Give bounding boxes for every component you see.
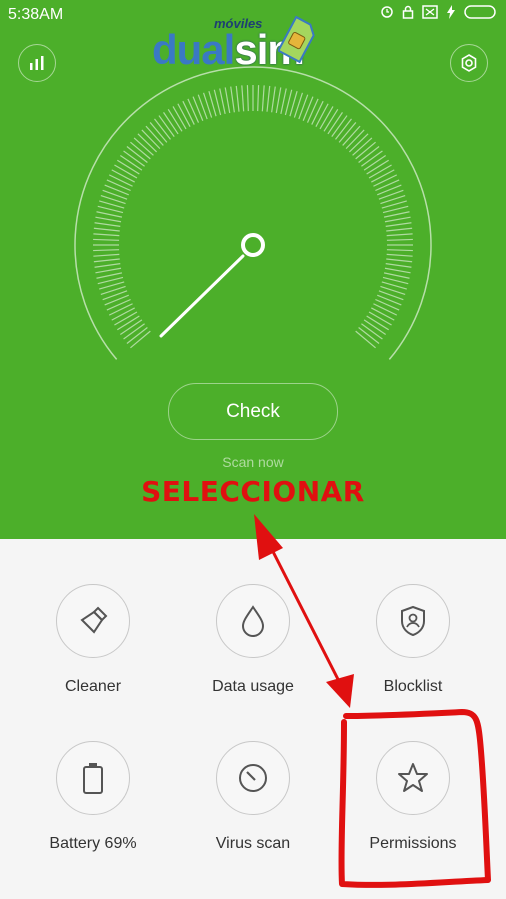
security-gauge: [74, 66, 432, 360]
tile-label: Virus scan: [215, 835, 291, 852]
scan-now-hint: Scan now: [222, 454, 284, 470]
tile-virus-scan[interactable]: Virus scan: [173, 741, 333, 853]
alarm-icon: [381, 6, 393, 18]
gear-icon: [461, 54, 477, 72]
battery-icon: [83, 763, 103, 794]
brush-icon: [80, 606, 108, 634]
sim-off-icon: [422, 5, 438, 19]
tools-grid: Cleaner Data usage Blocklist Battery 69%…: [0, 539, 506, 899]
check-button-label: Check: [226, 400, 280, 422]
tile-data-usage[interactable]: Data usage: [173, 584, 333, 696]
battery-status-icon: [464, 5, 496, 19]
settings-button[interactable]: [450, 44, 488, 82]
star-icon: [398, 763, 428, 792]
tile-label: Blocklist: [383, 678, 443, 695]
shield-user-icon: [401, 605, 425, 637]
charging-icon: [447, 5, 455, 19]
status-time: 5:38AM: [8, 6, 64, 23]
tile-label: Data usage: [212, 678, 294, 695]
tile-battery[interactable]: Battery 69%: [13, 741, 173, 853]
virus-scan-icon: [239, 764, 267, 792]
tile-label: Battery 69%: [49, 835, 137, 852]
stats-button[interactable]: [18, 44, 56, 82]
gauge-hub: [241, 233, 265, 257]
tile-blocklist[interactable]: Blocklist: [333, 584, 493, 696]
sim-card-icon: [278, 15, 315, 64]
tile-permissions[interactable]: Permissions: [333, 741, 493, 853]
tile-label: Permissions: [369, 835, 457, 852]
tile-label: Cleaner: [64, 678, 122, 695]
lock-icon: [402, 5, 414, 19]
watermark-logo: móviles dualsim: [152, 15, 322, 73]
gauge-needle: [159, 254, 245, 338]
drop-icon: [241, 605, 265, 637]
annotation-text: SELECCIONAR: [141, 475, 365, 508]
check-button[interactable]: Check: [168, 383, 338, 440]
bar-chart-icon: [30, 56, 44, 70]
gauge-ticks: [93, 85, 413, 349]
security-header: 5:38AM móviles dualsim Check Scan now SE…: [0, 0, 506, 539]
tile-cleaner[interactable]: Cleaner: [13, 584, 173, 696]
